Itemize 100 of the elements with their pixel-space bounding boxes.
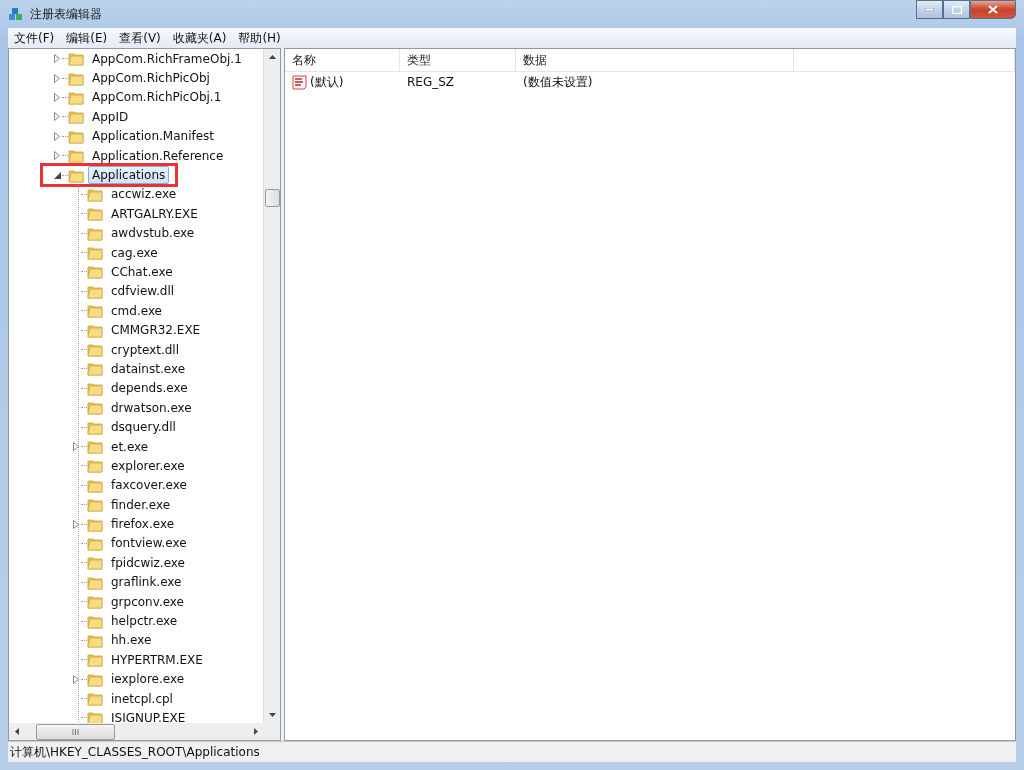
expand-triangle-icon[interactable] bbox=[54, 73, 60, 83]
tree-item[interactable]: inetcpl.cpl bbox=[107, 689, 177, 708]
folder-icon bbox=[87, 671, 103, 687]
window-title: 注册表编辑器 bbox=[30, 5, 102, 23]
tree-item[interactable]: datainst.exe bbox=[107, 359, 190, 378]
folder-icon bbox=[87, 380, 103, 396]
tree-item[interactable]: AppID bbox=[88, 107, 133, 126]
expand-triangle-icon[interactable] bbox=[54, 92, 60, 102]
folder-icon bbox=[87, 342, 103, 358]
expand-triangle-icon[interactable] bbox=[54, 131, 60, 141]
expand-triangle-icon[interactable] bbox=[54, 112, 60, 122]
tree-item[interactable]: AppCom.RichPicObj.1 bbox=[88, 88, 226, 107]
value-type: REG_SZ bbox=[406, 75, 456, 89]
tree-item[interactable]: ISIGNUP.EXE bbox=[107, 708, 190, 723]
folder-icon bbox=[68, 167, 84, 183]
folder-icon bbox=[87, 497, 103, 513]
tree-item[interactable]: HYPERTRM.EXE bbox=[107, 650, 207, 669]
tree-item[interactable]: firefox.exe bbox=[107, 515, 178, 534]
folder-icon bbox=[68, 51, 84, 67]
folder-icon bbox=[87, 264, 103, 280]
folder-icon bbox=[87, 303, 103, 319]
tree-item[interactable]: CMMGR32.EXE bbox=[107, 321, 205, 340]
menu-item[interactable]: 查看(V) bbox=[113, 29, 167, 47]
menu-item[interactable]: 帮助(H) bbox=[232, 29, 287, 47]
folder-icon bbox=[87, 225, 103, 241]
folder-icon bbox=[87, 400, 103, 416]
folder-icon bbox=[87, 283, 103, 299]
tree-item[interactable]: ARTGALRY.EXE bbox=[107, 204, 202, 223]
expand-triangle-icon[interactable] bbox=[54, 54, 60, 64]
tree-item[interactable]: Applications bbox=[88, 166, 170, 185]
tree-item[interactable]: grpconv.exe bbox=[107, 592, 188, 611]
tree-item[interactable]: cmd.exe bbox=[107, 301, 166, 320]
horizontal-scrollbar[interactable] bbox=[9, 723, 280, 740]
folder-icon bbox=[87, 535, 103, 551]
tree-item[interactable]: finder.exe bbox=[107, 495, 175, 514]
folder-icon bbox=[87, 361, 103, 377]
menu-item[interactable]: 收藏夹(A) bbox=[166, 29, 233, 47]
expand-triangle-icon[interactable] bbox=[54, 151, 60, 161]
minimize-button[interactable] bbox=[916, 0, 943, 19]
close-icon bbox=[988, 5, 998, 14]
tree-item[interactable]: AppCom.RichFrameObj.1 bbox=[88, 49, 246, 68]
folder-icon bbox=[87, 632, 103, 648]
tree-item[interactable]: graflink.exe bbox=[107, 573, 186, 592]
tree-item[interactable]: hh.exe bbox=[107, 631, 156, 650]
tree-item[interactable]: faxcover.exe bbox=[107, 476, 191, 495]
maximize-button[interactable] bbox=[943, 0, 970, 19]
tree-item[interactable]: fontview.exe bbox=[107, 534, 191, 553]
folder-icon bbox=[87, 245, 103, 261]
scroll-thumb[interactable] bbox=[36, 723, 115, 740]
minimize-icon bbox=[925, 8, 934, 11]
menu-item[interactable]: 编辑(E) bbox=[60, 29, 114, 47]
vertical-scrollbar[interactable] bbox=[263, 49, 280, 723]
tree-item[interactable]: cag.exe bbox=[107, 243, 162, 262]
collapse-triangle-icon[interactable] bbox=[53, 171, 61, 179]
column-header[interactable]: 名称 bbox=[285, 49, 400, 71]
scroll-up-arrow-icon[interactable] bbox=[268, 55, 276, 59]
tree-item[interactable]: helpctr.exe bbox=[107, 612, 182, 630]
column-header[interactable]: 类型 bbox=[400, 49, 516, 71]
value-name: (默认) bbox=[310, 73, 344, 91]
column-header[interactable]: 数据 bbox=[516, 49, 794, 71]
tree-item[interactable]: dsquery.dll bbox=[107, 418, 180, 437]
grip-icon bbox=[72, 728, 79, 735]
tree-item[interactable]: Application.Reference bbox=[88, 146, 228, 165]
folder-icon bbox=[87, 652, 103, 668]
tree-item[interactable]: fpidcwiz.exe bbox=[107, 553, 189, 572]
tree-item[interactable]: CChat.exe bbox=[107, 263, 177, 281]
folder-icon bbox=[87, 419, 103, 435]
tree-item[interactable]: Application.Manifest bbox=[88, 127, 219, 146]
value-data: (数值未设置) bbox=[522, 73, 594, 91]
tree-item[interactable]: cdfview.dll bbox=[107, 282, 179, 301]
tree-item[interactable]: explorer.exe bbox=[107, 456, 189, 475]
folder-icon bbox=[87, 691, 103, 707]
folder-icon bbox=[87, 458, 103, 474]
registry-cubes-icon bbox=[8, 6, 24, 22]
expand-triangle-icon[interactable] bbox=[73, 674, 79, 684]
tree-item[interactable]: accwiz.exe bbox=[107, 185, 181, 204]
folder-icon bbox=[68, 128, 84, 144]
expand-triangle-icon[interactable] bbox=[73, 519, 79, 529]
scroll-right-arrow-icon[interactable] bbox=[254, 728, 258, 735]
tree-item[interactable]: depends.exe bbox=[107, 379, 192, 398]
scroll-thumb[interactable] bbox=[264, 189, 280, 207]
folder-icon bbox=[87, 555, 103, 571]
menu-item[interactable]: 文件(F) bbox=[8, 29, 61, 47]
scroll-left-arrow-icon[interactable] bbox=[15, 728, 19, 735]
close-button[interactable] bbox=[970, 0, 1016, 19]
folder-icon bbox=[68, 109, 84, 125]
tree-item[interactable]: drwatson.exe bbox=[107, 398, 196, 417]
folder-icon bbox=[87, 186, 103, 202]
folder-icon bbox=[87, 206, 103, 222]
tree-item[interactable]: awdvstub.exe bbox=[107, 224, 199, 243]
scroll-down-arrow-icon[interactable] bbox=[268, 713, 276, 717]
expand-triangle-icon[interactable] bbox=[73, 442, 79, 451]
folder-icon bbox=[87, 439, 103, 454]
tree-item[interactable]: AppCom.RichPicObj bbox=[88, 69, 214, 88]
folder-icon bbox=[87, 322, 103, 338]
tree-item[interactable]: et.exe bbox=[107, 437, 153, 456]
folder-icon bbox=[87, 594, 103, 610]
tree-item[interactable]: cryptext.dll bbox=[107, 340, 184, 359]
tree-item[interactable]: iexplore.exe bbox=[107, 670, 189, 689]
folder-icon bbox=[87, 574, 103, 590]
